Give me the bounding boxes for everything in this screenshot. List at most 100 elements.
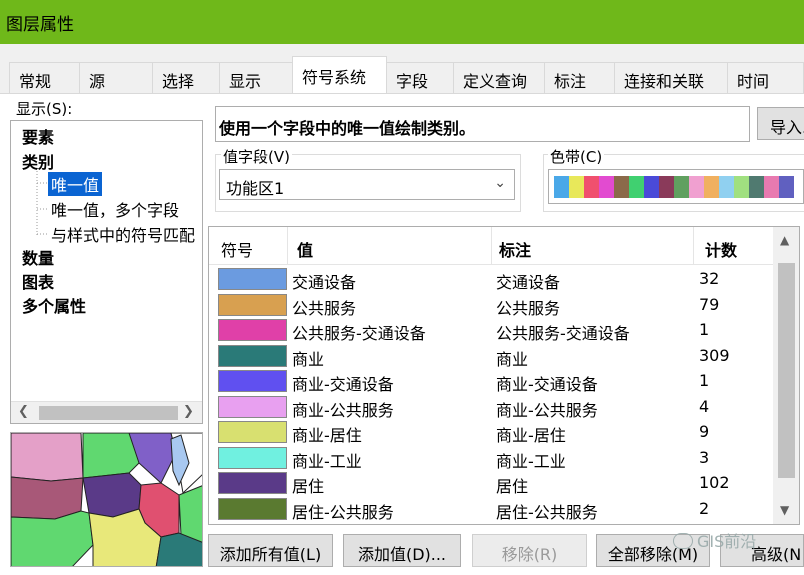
- cell-label: 居住-公共服务: [496, 502, 598, 522]
- scroll-right-icon[interactable]: ❯: [183, 404, 194, 419]
- table-row[interactable]: 公共服务-交通设备 公共服务-交通设备 1: [209, 317, 774, 343]
- symbol-swatch[interactable]: [218, 395, 287, 418]
- symbol-swatch[interactable]: [218, 497, 287, 520]
- header-symbol[interactable]: 符号: [221, 237, 253, 261]
- color-ramp-swatch: [704, 176, 719, 198]
- cell-count: 1: [699, 320, 710, 339]
- cell-count: 102: [699, 473, 730, 492]
- symbol-swatch[interactable]: [218, 472, 287, 494]
- cell-count: 4: [699, 396, 710, 416]
- scrollbar-thumb[interactable]: [778, 263, 795, 478]
- scroll-up-icon[interactable]: ▲: [780, 233, 789, 247]
- value-field-select[interactable]: 功能区1 ⌄: [219, 169, 515, 200]
- tab-labels[interactable]: 标注: [544, 62, 615, 94]
- symbol-swatch[interactable]: [218, 446, 287, 469]
- tree-item-unique-values-many-fields[interactable]: 唯一值，多个字段: [51, 197, 179, 221]
- column-divider[interactable]: [693, 227, 694, 265]
- table-row[interactable]: 公共服务 公共服务 79: [209, 292, 774, 318]
- chevron-down-icon[interactable]: ⌄: [494, 175, 506, 191]
- value-field-value: 功能区1: [226, 179, 285, 198]
- tree-item-categories[interactable]: 类别: [22, 149, 54, 173]
- remove-button[interactable]: 移除(R): [472, 534, 587, 567]
- table-row[interactable]: 商业-工业 商业-工业 3: [209, 445, 774, 471]
- scroll-down-icon[interactable]: ▼: [780, 503, 789, 517]
- tree-item-multiple-attributes[interactable]: 多个属性: [22, 293, 86, 317]
- color-ramp-swatch: [719, 176, 734, 198]
- cell-count: 2: [699, 498, 710, 518]
- tree-item-match-to-style[interactable]: 与样式中的符号匹配: [51, 222, 195, 246]
- add-all-values-button[interactable]: 添加所有值(L): [208, 534, 333, 567]
- color-ramp-swatch: [689, 176, 704, 198]
- column-divider[interactable]: [491, 227, 492, 265]
- header-count[interactable]: 计数: [705, 237, 737, 261]
- renderer-tree: 要素 类别 唯一值 唯一值，多个字段 与样式中的符号匹配 数量 图表 多个属性 …: [10, 120, 203, 424]
- header-value[interactable]: 值: [297, 237, 313, 261]
- table-header: 符号 值 标注 计数: [209, 227, 774, 265]
- cell-label: 商业-公共服务: [496, 400, 598, 420]
- tab-source[interactable]: 源: [79, 62, 153, 94]
- table-row[interactable]: 商业-交通设备 商业-交通设备 1: [209, 368, 774, 394]
- cell-value: 公共服务-交通设备: [292, 324, 426, 343]
- table-row[interactable]: 居住 居住 102: [209, 470, 774, 496]
- column-divider[interactable]: [287, 227, 288, 265]
- scroll-left-icon[interactable]: ❮: [18, 404, 29, 419]
- header-label[interactable]: 标注: [499, 237, 531, 261]
- color-ramp-swatch: [779, 176, 794, 198]
- symbol-swatch[interactable]: [218, 344, 287, 367]
- tree-item-unique-values[interactable]: 唯一值: [48, 172, 103, 196]
- cell-label: 商业: [496, 349, 529, 369]
- color-ramp-swatch: [614, 176, 629, 198]
- window-title: 图层属性: [6, 15, 74, 35]
- chat-bubble-icon: [673, 533, 693, 549]
- table-vertical-scrollbar[interactable]: ▲ ▼: [773, 227, 799, 524]
- tree-item-quantities[interactable]: 数量: [22, 245, 54, 269]
- color-ramp-swatch: [599, 176, 614, 198]
- tab-display[interactable]: 显示: [219, 62, 293, 94]
- table-row[interactable]: 居住-公共服务 居住-公共服务 2: [209, 496, 774, 522]
- tab-joins-relates[interactable]: 连接和关联: [614, 62, 728, 94]
- cell-label: 商业-工业: [496, 451, 566, 471]
- cell-count: 9: [699, 422, 710, 441]
- table-row[interactable]: 商业-居住 商业-居住 9: [209, 419, 774, 445]
- cell-value: 居住-公共服务: [292, 502, 394, 522]
- scrollbar-thumb[interactable]: [39, 406, 178, 420]
- tab-strip: 常规 源 选择 显示 字段 定义查询 标注 连接和关联 时间 符号系统: [0, 44, 804, 95]
- tree-horizontal-scrollbar[interactable]: ❮ ❯: [11, 401, 202, 423]
- color-ramp-swatch: [734, 176, 749, 198]
- cell-value: 商业: [292, 349, 325, 369]
- add-values-button[interactable]: 添加值(D)...: [343, 534, 461, 567]
- cell-label: 居住: [496, 477, 529, 496]
- tab-general[interactable]: 常规: [9, 62, 80, 94]
- tree-item-features[interactable]: 要素: [22, 124, 54, 148]
- cell-value: 交通设备: [292, 273, 357, 292]
- value-field-label: 值字段(V): [221, 146, 292, 167]
- cell-count: 309: [699, 345, 730, 365]
- tree-item-charts[interactable]: 图表: [22, 269, 54, 293]
- tab-selection[interactable]: 选择: [152, 62, 220, 94]
- watermark: GIS前沿: [673, 528, 756, 552]
- color-ramp-swatch: [584, 176, 599, 198]
- map-preview: [10, 432, 203, 567]
- symbol-swatch[interactable]: [218, 319, 287, 341]
- map-preview-image: [11, 433, 202, 566]
- tab-time[interactable]: 时间: [727, 62, 804, 94]
- import-button[interactable]: 导入...: [757, 107, 804, 140]
- show-label: 显示(S):: [16, 100, 73, 118]
- symbol-swatch[interactable]: [218, 421, 287, 443]
- table-row[interactable]: 商业 商业 309: [209, 343, 774, 369]
- symbol-swatch[interactable]: [218, 293, 287, 316]
- cell-label: 交通设备: [496, 273, 561, 292]
- cell-value: 商业-公共服务: [292, 400, 394, 420]
- color-ramp-swatch: [644, 176, 659, 198]
- table-row[interactable]: 商业-公共服务 商业-公共服务 4: [209, 394, 774, 420]
- color-ramp-swatch: [554, 176, 569, 198]
- color-ramp-select[interactable]: [548, 169, 804, 204]
- tab-definition-query[interactable]: 定义查询: [453, 62, 545, 94]
- table-row[interactable]: 交通设备 交通设备 32: [209, 266, 774, 292]
- tab-fields[interactable]: 字段: [386, 62, 454, 94]
- symbol-swatch[interactable]: [218, 370, 287, 392]
- tab-symbology[interactable]: 符号系统: [292, 56, 387, 95]
- cell-label: 公共服务: [496, 298, 561, 318]
- symbol-swatch[interactable]: [218, 268, 287, 290]
- color-ramp-swatch: [659, 176, 674, 198]
